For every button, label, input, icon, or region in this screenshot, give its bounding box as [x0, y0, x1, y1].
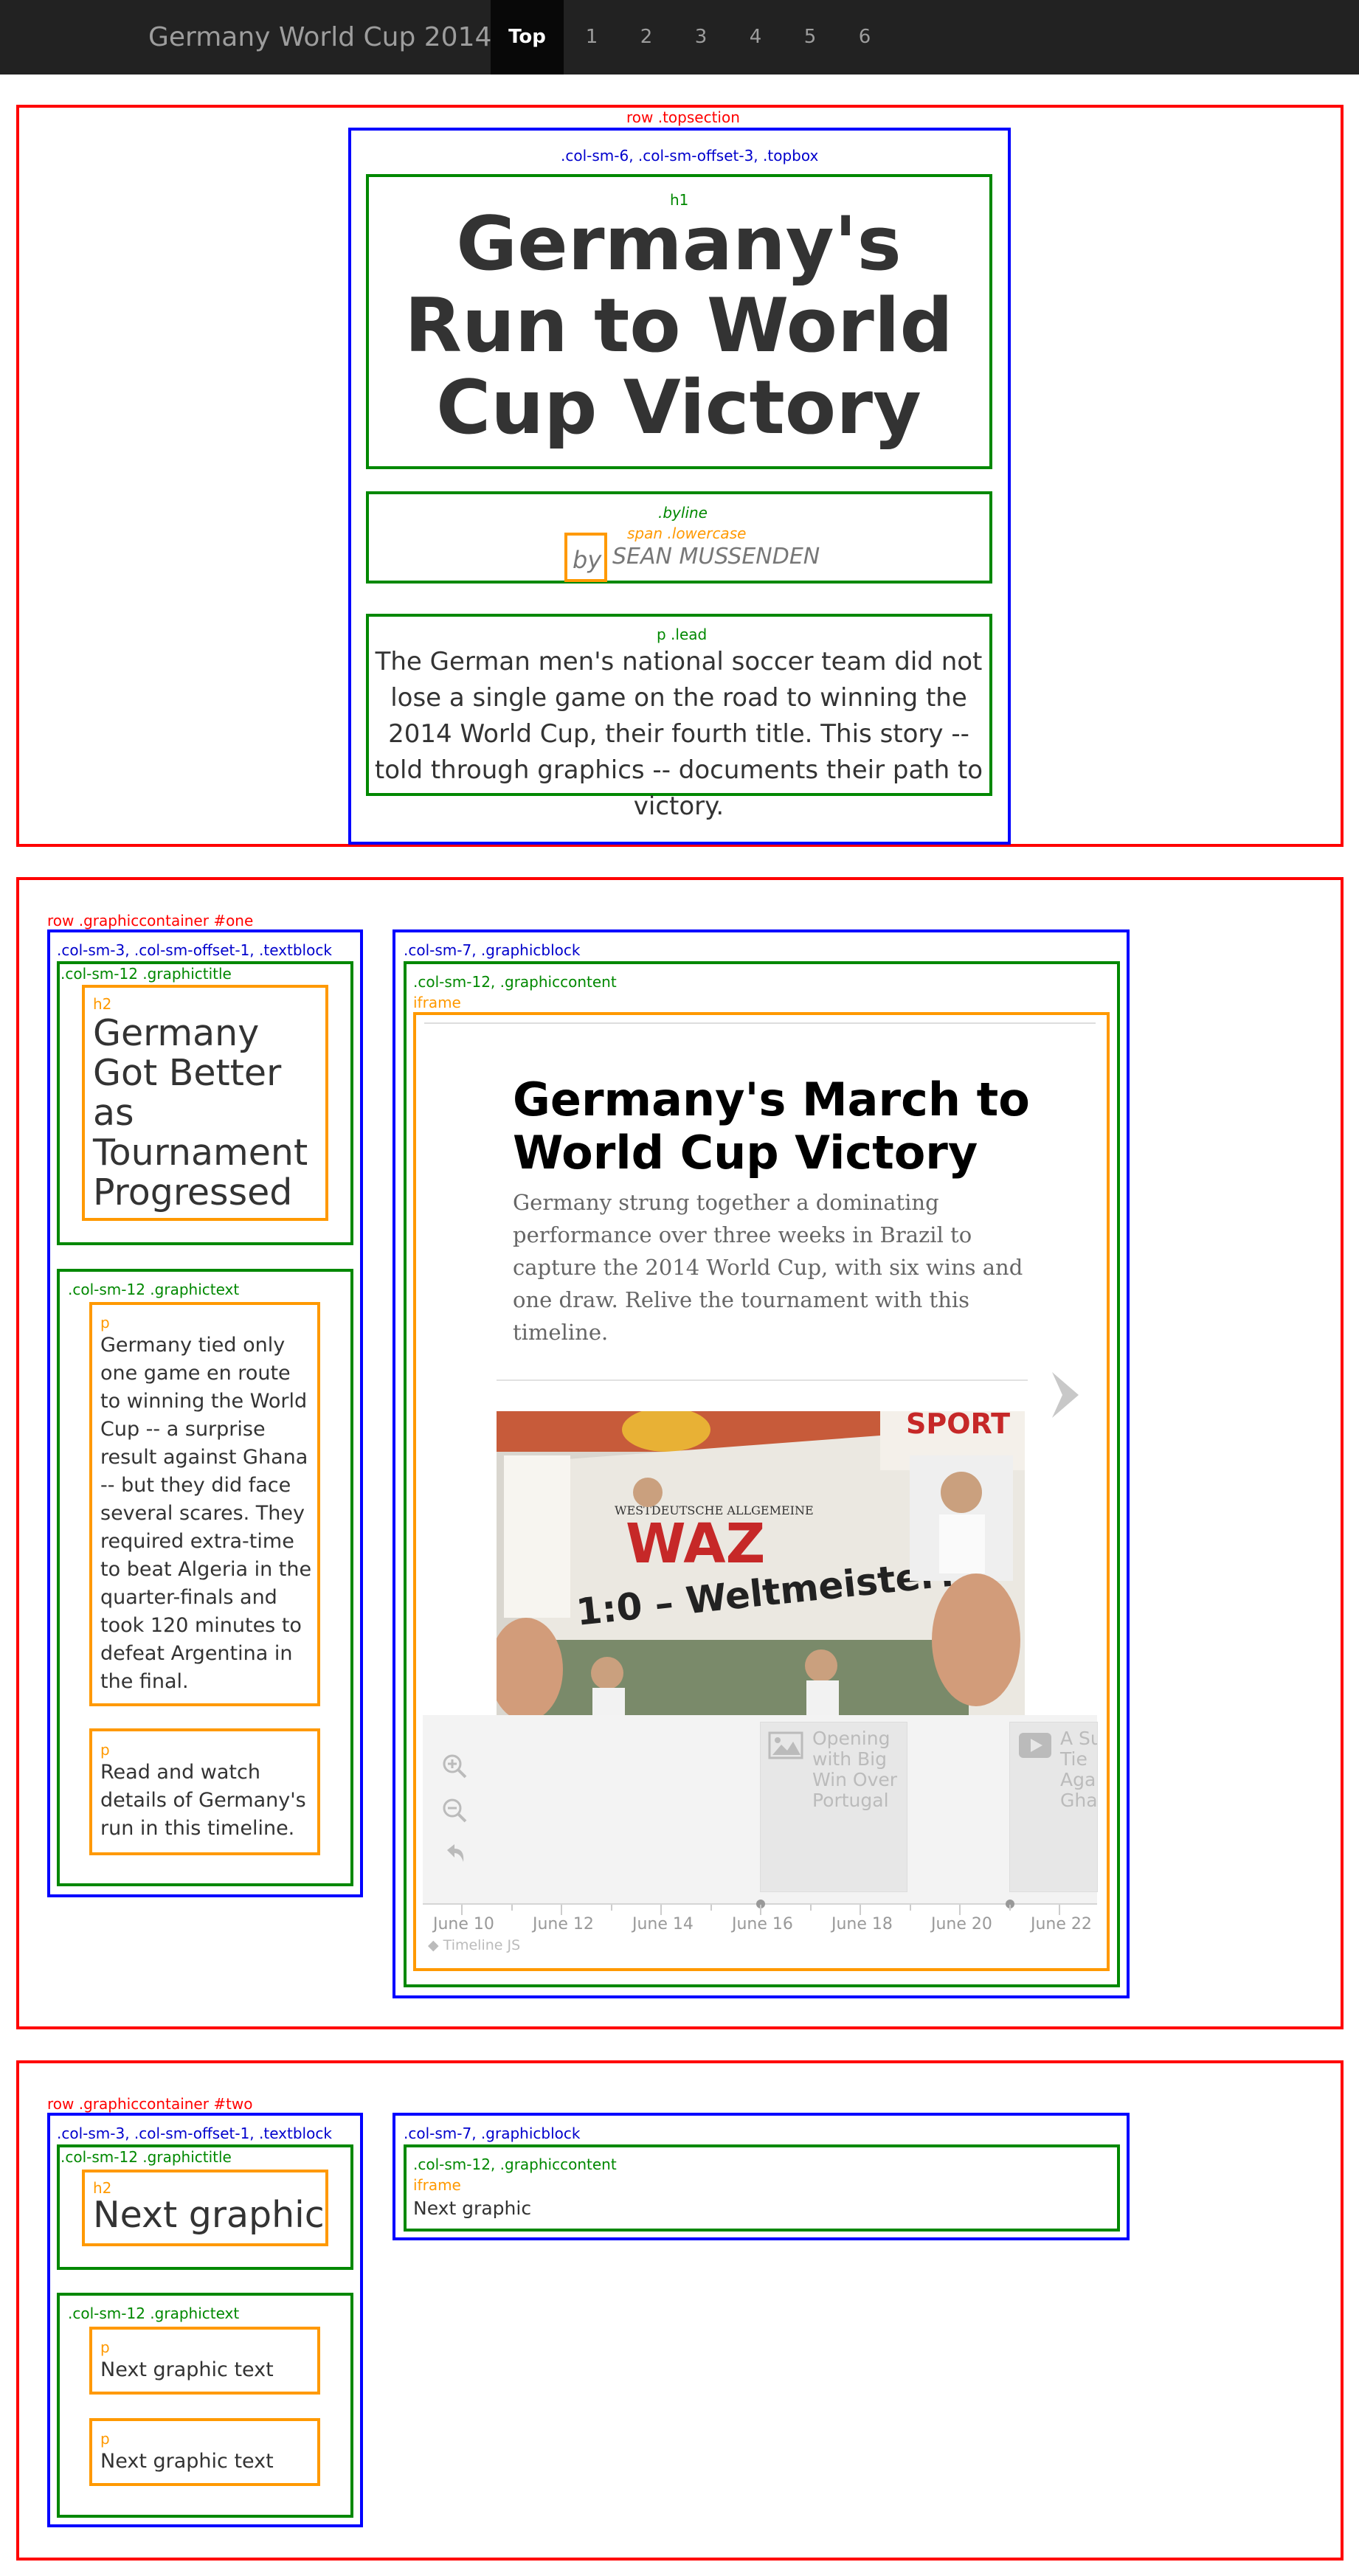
timeline-tick [809, 1905, 812, 1911]
graphiccontent-one-label: .col-sm-12, .graphiccontent [413, 973, 617, 991]
navbar: Germany World Cup 2014 Top 1 2 3 4 5 6 [0, 0, 1359, 75]
nav-tab-2[interactable]: 2 [632, 0, 661, 75]
nav-tab-4[interactable]: 4 [741, 0, 770, 75]
newspaper-logo: WAZ [626, 1512, 765, 1576]
back-arrow-icon[interactable] [440, 1840, 469, 1869]
timeline-date-label: June 12 [533, 1915, 594, 1933]
timeline-tick [860, 1905, 861, 1915]
timeline-tick [909, 1905, 911, 1911]
timeline-date-label: June 18 [831, 1915, 893, 1933]
section-one-heading: Germany Got Better as Tournament Progres… [93, 1012, 308, 1213]
graphicblock-two-label: .col-sm-7, .graphicblock [404, 2125, 581, 2142]
image-icon [768, 1731, 803, 1759]
timeline-card-opening[interactable]: Opening with Big Win Over Portugal [760, 1722, 907, 1892]
timeline-divider [497, 1379, 1028, 1381]
timelinejs-credit-text: Timeline JS [443, 1937, 521, 1953]
timeline-description: Germany strung together a dominating per… [513, 1190, 1023, 1345]
nav-tab-6[interactable]: 6 [850, 0, 879, 75]
graphicblock-one-label: .col-sm-7, .graphicblock [404, 941, 581, 959]
video-icon [1019, 1733, 1051, 1758]
timeline-tick [610, 1905, 612, 1911]
graphiccontainer-two-label: row .graphiccontainer #two [47, 2095, 253, 2113]
timeline-card-ghana[interactable]: A Su Tie Agai Gha [1009, 1722, 1098, 1892]
graphictitle-two-label: .col-sm-12 .graphictitle [60, 2148, 232, 2166]
timeline-tick [461, 1905, 463, 1915]
timeline-date-label: June 22 [1031, 1915, 1092, 1933]
nav-tab-3[interactable]: 3 [686, 0, 716, 75]
p2-one-label: p [100, 1741, 110, 1759]
timeline-card-opening-text: Opening with Big Win Over Portugal [812, 1728, 898, 1811]
byline-author: SEAN MUSSENDEN [612, 544, 820, 569]
timeline-card-ghana-text: A Su Tie Agai Gha [1060, 1728, 1098, 1811]
newspaper-image: WESTDEUTSCHE ALLGEMEINE WAZ 1:0 – Weltme… [497, 1411, 1025, 1715]
section-two-paragraph-1: Next graphic text [100, 2358, 274, 2381]
p1-one-label: p [100, 1314, 110, 1332]
timeline-tick [959, 1905, 961, 1915]
timeline-title: Germany's March to World Cup Victory [513, 1073, 1030, 1180]
timelinejs-diamond-icon: ◆ [428, 1937, 439, 1953]
timeline-tick [660, 1905, 662, 1915]
timeline-tick [561, 1905, 562, 1915]
section-two-heading: Next graphic [93, 2194, 325, 2236]
zoom-in-icon[interactable] [440, 1751, 469, 1781]
p1-two-label: p [100, 2338, 110, 2356]
page-title: Germany's Run to World Cup Victory [404, 200, 953, 451]
next-chevron-icon[interactable] [1046, 1369, 1086, 1421]
nav-tab-5[interactable]: 5 [795, 0, 825, 75]
lead-paragraph: The German men's national soccer team di… [374, 647, 983, 821]
graphiccontainer-one-label: row .graphiccontainer #one [47, 912, 254, 929]
textblock-one-label: .col-sm-3, .col-sm-offset-1, .textblock [57, 941, 332, 959]
timelinejs-credit[interactable]: ◆ Timeline JS [428, 1937, 520, 1953]
timeline-date-label: June 14 [632, 1915, 694, 1933]
section-one-paragraph-2: Read and watch details of Germany's run … [100, 1761, 306, 1840]
byline-by: by [573, 546, 602, 574]
graphictext-two-label: .col-sm-12 .graphictext [68, 2305, 240, 2322]
lead-label: p .lead [657, 626, 708, 643]
timeline-tick [760, 1905, 761, 1915]
nav-tab-1[interactable]: 1 [577, 0, 606, 75]
byline-label: .byline [658, 504, 708, 522]
nav-tab-top[interactable]: Top [491, 0, 564, 75]
textblock-two-label: .col-sm-3, .col-sm-offset-1, .textblock [57, 2125, 332, 2142]
iframe-one-label: iframe [413, 994, 461, 1011]
timeline-tick [511, 1905, 513, 1911]
iframe-two-text: Next graphic [413, 2198, 532, 2219]
p2-two-label: p [100, 2430, 110, 2448]
section-two-paragraph-2: Next graphic text [100, 2450, 274, 2473]
timeline-photo: WESTDEUTSCHE ALLGEMEINE WAZ 1:0 – Weltme… [497, 1411, 1025, 1715]
topbox-label: .col-sm-6, .col-sm-offset-3, .topbox [561, 147, 819, 165]
span-lowercase-label: span .lowercase [627, 524, 747, 542]
graphictitle-one-label: .col-sm-12 .graphictitle [60, 965, 232, 983]
section-one-paragraph-1: Germany tied only one game en route to w… [100, 1334, 312, 1693]
graphictext-one-label: .col-sm-12 .graphictext [68, 1281, 240, 1298]
topsection-label: row .topsection [626, 108, 740, 126]
iframe-top-rule [424, 1022, 1096, 1024]
brand-link[interactable]: Germany World Cup 2014 [148, 0, 491, 75]
timeline-tick [1059, 1905, 1060, 1915]
zoom-out-icon[interactable] [440, 1796, 469, 1825]
timeline-date-label: June 10 [433, 1915, 494, 1933]
iframe-two-label: iframe [413, 2176, 461, 2194]
timeline-tick [710, 1905, 712, 1911]
h2-one-label: h2 [93, 995, 112, 1013]
newspaper-sport-tag: SPORT [906, 1411, 1010, 1440]
timeline-date-label: June 16 [732, 1915, 793, 1933]
graphiccontent-two-label: .col-sm-12, .graphiccontent [413, 2156, 617, 2173]
timeline-tick [1009, 1905, 1011, 1911]
timeline-date-label: June 20 [931, 1915, 992, 1933]
